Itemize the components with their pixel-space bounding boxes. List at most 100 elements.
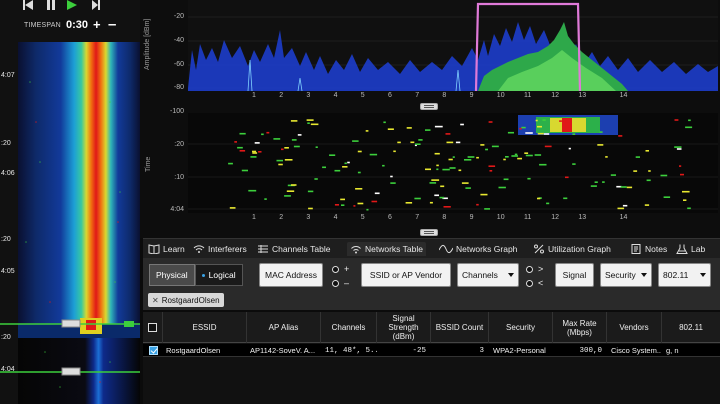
activity-mark [484,208,490,210]
column-header-ap-alias[interactable]: AP Alias [247,312,321,343]
signal-filter[interactable]: Signal [555,263,594,287]
activity-mark [352,140,359,142]
activity-mark [436,168,439,171]
activity-mark [366,208,369,211]
activity-mark [293,145,300,148]
select-all-checkbox[interactable] [148,323,157,332]
channel-tick: 10 [496,214,505,221]
activity-mark [465,187,471,189]
timeline-plot[interactable] [188,113,718,213]
activity-mark [239,150,246,152]
amplitude-axis-title: Amplitude [dBm] [144,18,151,70]
row-checkbox[interactable] [149,346,158,355]
tab-utilization-graph[interactable]: Utilization Graph [533,242,611,256]
tab-lab[interactable]: Lab [676,242,705,256]
logical-view-button[interactable]: Logical [194,264,243,286]
activity-mark [539,163,547,166]
active-dot-icon [201,273,205,277]
timespan-decrease-button[interactable]: – [108,16,116,33]
spectrum-splitter-handle[interactable] [420,103,438,110]
activity-mark [286,190,295,192]
activity-mark [347,161,350,164]
standard-dropdown[interactable]: 802.11 [658,263,711,287]
activity-mark [617,207,625,210]
activity-mark [290,120,298,122]
activity-mark [254,142,260,144]
activity-mark [234,141,237,143]
tab-networks-table[interactable]: Networks Table [347,242,426,256]
activity-mark [434,125,443,128]
channels-cell: 11, 48*, 5... [325,346,377,355]
tab-label: Notes [645,244,668,254]
activity-mark [537,132,544,135]
column-header-signal[interactable]: Signal Strength (dBm) [377,312,431,343]
activity-mark [489,170,493,172]
waterfall-spectrogram[interactable] [0,42,140,404]
activity-mark [439,196,445,199]
column-header-max-rate[interactable]: Max Rate (Mbps) [553,312,607,343]
activity-mark [250,156,257,158]
security-dropdown[interactable]: Security [600,263,652,287]
ssid-vendor-filter[interactable]: SSID or AP Vendor [361,263,451,287]
channel-tick: 9 [469,214,474,221]
timeline-splitter-handle[interactable] [420,229,438,236]
column-header-channels[interactable]: Channels [321,312,377,343]
channel-tick: 8 [442,92,447,99]
column-header-essid[interactable]: ESSID [163,312,247,343]
activity-mark [248,189,257,192]
tab-networks-graph[interactable]: Networks Graph [439,242,517,256]
ssid-filter-chip[interactable]: ✕ RostgaardOlsen [148,293,224,307]
close-icon[interactable]: ✕ [152,296,159,305]
row-select-cell [147,344,161,357]
activity-mark [511,155,518,157]
activity-mark [387,128,394,130]
activity-mark [449,167,456,169]
activity-mark [683,199,687,201]
tab-interferers[interactable]: Interferers [193,242,247,256]
timespan-increase-button[interactable]: + [93,17,101,32]
activity-mark [306,119,314,121]
activity-mark [357,202,364,205]
channel-tick: 14 [619,92,628,99]
waterfall-time-tick: 4:04 [1,366,15,373]
activity-mark [525,154,533,157]
activity-mark [685,126,693,129]
amplitude-plot[interactable] [188,0,718,91]
tab-channels-table[interactable]: Channels Table [257,242,330,256]
column-header-80211[interactable]: 802.11 [662,312,720,343]
activity-mark [618,135,623,137]
activity-mark [284,195,291,197]
mac-address-filter[interactable]: MAC Address [259,263,323,287]
column-header-security[interactable]: Security [489,312,553,343]
tab-learn[interactable]: Learn [148,242,185,256]
pause-icon[interactable] [46,0,56,10]
channel-tick: 3 [306,214,311,221]
skip-back-icon[interactable] [22,0,34,10]
physical-view-button[interactable]: Physical [149,264,195,286]
column-header-bssid-count[interactable]: BSSID Count [431,312,489,343]
column-header-vendors[interactable]: Vendors [607,312,662,343]
channels-dropdown[interactable]: Channels [457,263,519,287]
activity-mark [610,174,616,176]
play-icon[interactable] [66,0,78,10]
channel-tick: 6 [388,214,392,221]
activity-mark [491,145,499,148]
networks-table: ESSID AP Alias Channels Signal Strength … [143,312,720,404]
tab-notes[interactable]: Notes [630,242,667,256]
less-than-radio[interactable] [526,280,533,287]
activity-mark [436,164,439,167]
activity-mark [374,192,380,195]
activity-mark [258,151,262,153]
table-row[interactable]: RostgaardOlsen AP1142-SoveV. A... 11, 48… [143,344,720,357]
activity-mark [546,202,550,205]
add-filter-radio[interactable] [332,266,339,273]
activity-mark [334,204,339,206]
step-icon[interactable] [92,0,100,10]
remove-filter-radio[interactable] [332,280,339,287]
table-icon [258,245,268,253]
greater-than-radio[interactable] [526,266,533,273]
activity-mark [241,169,248,172]
amplitude-tick: -80 [173,84,184,91]
activity-mark [334,169,341,172]
activity-mark [505,156,509,158]
